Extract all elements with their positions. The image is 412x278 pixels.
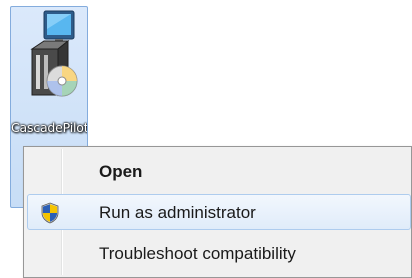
menu-item-open-label: Open	[99, 162, 143, 181]
menu-item-run-as-administrator[interactable]: Run as administrator	[27, 194, 411, 230]
uac-shield-icon	[41, 202, 59, 224]
menu-item-troubleshoot-compatibility[interactable]: Troubleshoot compatibility	[27, 235, 411, 271]
desktop-icon-label: CascadePilot	[11, 120, 87, 135]
menu-item-open[interactable]: Open	[27, 153, 411, 189]
context-menu: Open Run as administrator Troubleshoot c…	[23, 146, 412, 278]
menu-item-troubleshoot-compatibility-label: Troubleshoot compatibility	[99, 244, 296, 263]
menu-item-run-as-administrator-label: Run as administrator	[99, 203, 256, 222]
installer-package-icon	[30, 10, 78, 97]
